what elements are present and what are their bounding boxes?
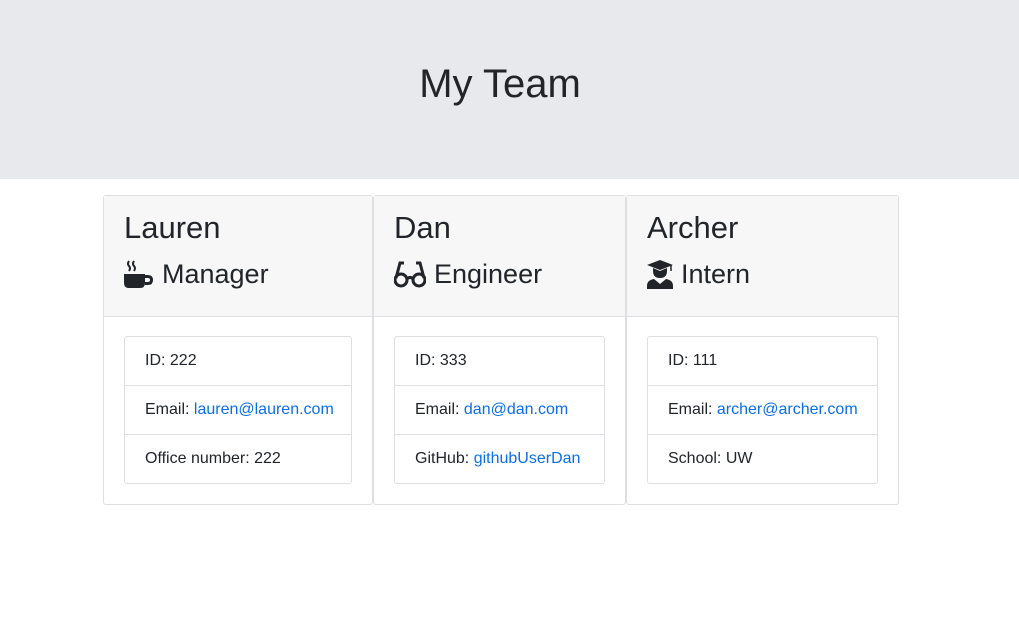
employee-email: Email: lauren@lauren.com	[125, 386, 351, 435]
employee-id: ID: 222	[125, 337, 351, 386]
employee-card-manager: Lauren Manager ID: 222 Email: lauren@lau…	[103, 195, 373, 505]
email-link[interactable]: dan@dan.com	[464, 401, 568, 419]
employee-role: Engineer	[394, 258, 542, 290]
employee-school: School: UW	[668, 450, 753, 467]
employee-github: GitHub: githubUserDan	[415, 450, 581, 468]
card-header: Archer Intern	[627, 196, 898, 317]
employee-name: Lauren	[124, 210, 221, 245]
page-title: My Team	[419, 62, 581, 106]
email-link[interactable]: lauren@lauren.com	[194, 401, 334, 419]
role-label: Engineer	[434, 259, 543, 289]
employee-email: Email: archer@archer.com	[648, 386, 877, 435]
employee-name: Dan	[394, 210, 451, 245]
employee-details-list: ID: 222 Email: lauren@lauren.com Office …	[124, 336, 352, 484]
employee-card-engineer: Dan Engineer ID: 333 Email: dan@dan.com …	[373, 195, 626, 505]
employee-details-list: ID: 333 Email: dan@dan.com GitHub: githu…	[394, 336, 605, 484]
employee-name: Archer	[647, 210, 739, 245]
employee-id: ID: 333	[395, 337, 604, 386]
role-label: Intern	[681, 259, 751, 289]
glasses-icon	[394, 261, 426, 288]
graduate-icon	[647, 260, 673, 289]
card-header: Dan Engineer	[374, 196, 625, 317]
employee-email: Email: dan@dan.com	[395, 386, 604, 435]
coffee-mug-icon	[124, 260, 153, 288]
employee-role: Manager	[124, 258, 269, 290]
employee-details-list: ID: 111 Email: archer@archer.com School:…	[647, 336, 878, 484]
role-label: Manager	[162, 259, 269, 289]
employee-role: Intern	[647, 258, 750, 290]
employee-card-intern: Archer Intern ID: 111 Email: archer@arch…	[626, 195, 899, 505]
email-link[interactable]: archer@archer.com	[717, 401, 858, 419]
github-link[interactable]: githubUserDan	[474, 450, 581, 468]
employee-office-number: Office number: 222	[145, 450, 281, 467]
page-header: My Team	[0, 0, 1019, 179]
employee-id: ID: 111	[648, 337, 877, 386]
card-header: Lauren Manager	[104, 196, 372, 317]
